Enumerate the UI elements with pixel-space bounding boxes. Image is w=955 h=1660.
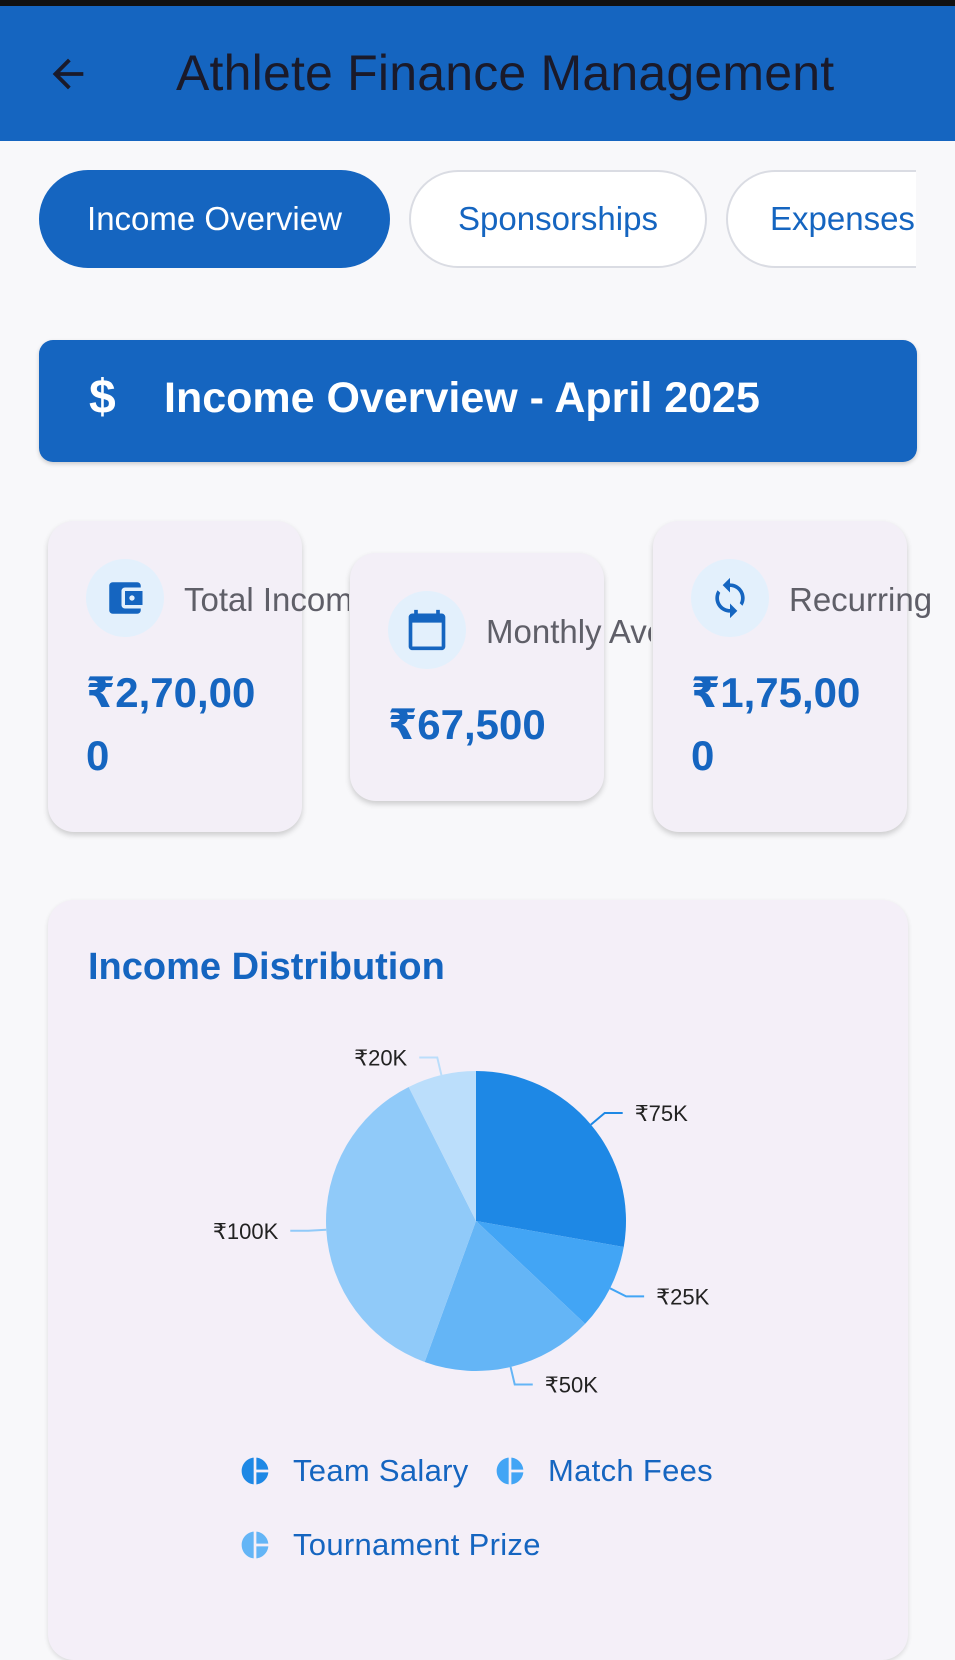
back-button[interactable]	[40, 46, 96, 102]
overview-banner: $ Income Overview - April 2025	[39, 340, 917, 462]
pie-chart-icon	[241, 1457, 269, 1485]
pie-chart-icon	[241, 1531, 269, 1559]
legend-label: Team Salary	[293, 1453, 469, 1488]
pie-value-label-0: ₹75K	[635, 1101, 688, 1126]
wallet-icon	[86, 559, 164, 637]
arrow-left-icon	[52, 58, 84, 90]
pie-leader-line-0	[590, 1112, 623, 1126]
legend-label: Tournament Prize	[293, 1527, 541, 1562]
pie-leader-line-4	[419, 1056, 443, 1076]
stat-value: ₹2,70,000	[86, 669, 256, 779]
pie-leader-line-3	[290, 1228, 327, 1232]
stat-value: ₹67,500	[388, 701, 546, 748]
stat-value: ₹1,75,000	[691, 669, 861, 779]
tab-income-overview[interactable]: Income Overview	[39, 170, 390, 268]
stat-card-total-income[interactable]: Total Income ₹2,70,000	[48, 521, 349, 832]
banner-title: Income Overview - April 2025	[164, 374, 760, 422]
pie-leader-line-2	[509, 1366, 533, 1386]
app-bar: Athlete Finance Management	[0, 6, 955, 141]
legend-item-tournament-prize[interactable]: Tournament Prize	[239, 1527, 541, 1563]
stat-card-monthly-average[interactable]: Monthly Average ₹67,500	[350, 553, 651, 801]
sync-icon	[691, 559, 769, 637]
page-title: Athlete Finance Management	[176, 45, 835, 101]
pie-chart-icon	[496, 1457, 524, 1485]
stat-label: Total Income	[184, 581, 349, 618]
dollar-icon: $	[89, 371, 116, 424]
legend-label: Match Fees	[548, 1453, 713, 1488]
stat-card-recurring[interactable]: Recurring ₹1,75,000	[653, 521, 932, 832]
tab-expenses[interactable]: Expenses	[726, 170, 916, 268]
tab-sponsorships[interactable]: Sponsorships	[409, 170, 707, 268]
legend-item-team-salary[interactable]: Team Salary	[239, 1453, 469, 1489]
stat-label: Monthly Average	[486, 613, 651, 650]
legend-item-match-fees[interactable]: Match Fees	[494, 1453, 713, 1489]
tab-bar: Income Overview Sponsorships Expenses	[0, 170, 916, 275]
pie-leader-line-1	[609, 1287, 645, 1298]
pie-value-label-4: ₹20K	[354, 1046, 407, 1071]
pie-value-label-1: ₹25K	[656, 1284, 709, 1309]
income-pie-chart: ₹75K ₹25K ₹50K ₹100K ₹20K	[213, 1046, 710, 1398]
calendar-icon	[388, 591, 466, 669]
pie-value-label-3: ₹100K	[213, 1219, 279, 1244]
pie-value-label-2: ₹50K	[545, 1372, 598, 1397]
income-distribution-card: Income Distribution ₹75K ₹25K ₹50K ₹100K ₹20…	[48, 900, 908, 1660]
stat-label: Recurring	[789, 581, 933, 618]
pie-slice-0[interactable]	[476, 1071, 627, 1248]
